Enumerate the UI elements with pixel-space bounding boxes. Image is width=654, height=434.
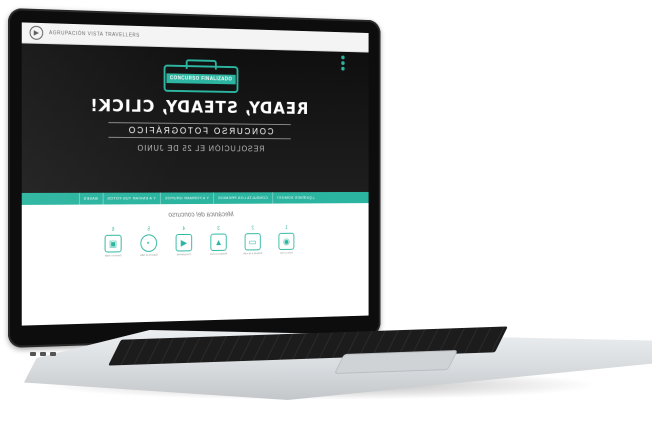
suitcase-icon: ▣: [105, 235, 122, 253]
mechanics-section: Mecánica del concurso 1 ◉ Haz tu foto 2 …: [22, 203, 369, 267]
laptop-lid: ▶ AGRUPACIÓN VISTA TRAVELLERS CONCURSO F…: [8, 8, 380, 348]
hero-subheadline: CONCURSO FOTOGRÁFICO: [108, 122, 290, 139]
hero-resolution-date: RESOLUCIÓN EL 25 DE JUNIO: [22, 143, 369, 154]
twitter-icon[interactable]: [341, 61, 344, 65]
image-icon: ▲: [210, 234, 226, 251]
nav-item-rules[interactable]: BASES: [79, 193, 102, 205]
laptop-screen: ▶ AGRUPACIÓN VISTA TRAVELLERS CONCURSO F…: [22, 22, 369, 325]
nav-item-prizes[interactable]: CONSULTA LOS PREMIOS: [213, 192, 271, 204]
camera-icon: ◉: [278, 233, 294, 250]
usb-port-icon: [30, 352, 36, 356]
step-number: 2: [251, 226, 253, 232]
nav-item-groups[interactable]: Y A FORMAR GRUPOS: [160, 192, 212, 204]
step-4: 4 ◀ Compártela: [173, 226, 195, 257]
instagram-icon[interactable]: [341, 67, 344, 71]
step-5: 5 ◔ Espera el fallo: [138, 227, 160, 258]
step-3: 3 ▲ Publica tu foto: [208, 226, 230, 256]
step-text: Espera el fallo: [140, 254, 158, 258]
nav-item-about[interactable]: ¿QUIÉNES SOMOS?: [272, 192, 318, 204]
monitor-icon: ▭: [245, 233, 261, 250]
hero-headline: READY, STEADY, CLICK!: [22, 95, 369, 119]
step-number: 1: [285, 225, 287, 231]
logo-icon[interactable]: ▶: [30, 26, 44, 40]
laptop-ports: [30, 352, 56, 356]
hdmi-port-icon: [50, 352, 56, 356]
step-number: 5: [147, 227, 150, 233]
facebook-icon[interactable]: [341, 56, 344, 60]
clock-icon: ◔: [140, 234, 157, 252]
step-text: Publica tu foto: [210, 253, 227, 257]
step-text: Compártela: [177, 253, 191, 257]
step-text: Súbela a la web: [243, 252, 262, 256]
badge-label: CONCURSO FINALIZADO: [166, 73, 236, 84]
nav-item-send-photos[interactable]: Y A ENVIAR TUS FOTOS: [102, 193, 159, 205]
org-name: AGRUPACIÓN VISTA TRAVELLERS: [49, 30, 140, 38]
step-number: 3: [217, 226, 220, 232]
usb-port-icon: [40, 352, 46, 356]
step-text: Gana tu viaje: [105, 254, 122, 258]
step-2: 2 ▭ Súbela a la web: [242, 225, 263, 255]
step-number: 4: [183, 226, 186, 232]
social-icons: [341, 56, 344, 71]
step-number: 6: [112, 227, 115, 233]
step-1: 1 ◉ Haz tu foto: [276, 225, 297, 255]
hero-banner: CONCURSO FINALIZADO READY, STEADY, CLICK…: [22, 43, 369, 193]
step-6: 6 ▣ Gana tu viaje: [102, 227, 125, 258]
mechanics-title: Mecánica del concurso: [32, 211, 361, 220]
megaphone-icon: ◀: [176, 234, 193, 252]
step-text: Haz tu foto: [280, 252, 293, 256]
mechanics-steps: 1 ◉ Haz tu foto 2 ▭ Súbela a la web 3 ▲ …: [32, 225, 361, 260]
contest-badge: CONCURSO FINALIZADO: [164, 65, 239, 93]
